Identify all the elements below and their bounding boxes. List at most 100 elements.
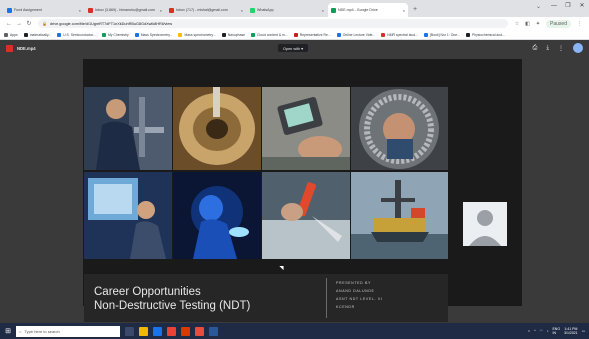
star-icon[interactable]: ☆ bbox=[515, 21, 519, 27]
file-explorer-icon[interactable] bbox=[139, 326, 148, 336]
browser-tab[interactable]: Inbox (3,869) - himanshu@gmail.com × bbox=[85, 3, 165, 17]
tabs: Fund Assignment × Inbox (3,869) - himanshu… bbox=[4, 3, 409, 17]
more-options-icon[interactable]: ⋮ bbox=[558, 45, 564, 52]
forward-icon[interactable]: → bbox=[14, 21, 24, 27]
bookmark-label: Nanophase bbox=[227, 32, 246, 37]
task-view-icon[interactable] bbox=[125, 326, 134, 336]
photo-offshore-rig bbox=[351, 172, 448, 259]
bookmark-item[interactable]: Mass spectrometry... bbox=[178, 32, 216, 37]
windows-start-icon[interactable]: ⊞ bbox=[0, 327, 16, 335]
drive-viewer: NDE.mp4 Open with ▾ ⎙ ⤓ ⋮ Career Opportu… bbox=[0, 40, 589, 323]
slide-photo-collage bbox=[84, 87, 448, 259]
reload-icon[interactable]: ↻ bbox=[24, 20, 34, 27]
bookmark-item[interactable]: Apps bbox=[4, 32, 18, 37]
menu-icon[interactable]: ⋮ bbox=[577, 21, 582, 27]
bookmark-label: NMR spectral stud... bbox=[387, 32, 418, 37]
tab-close-icon[interactable]: × bbox=[403, 8, 405, 13]
presenter-organization: KCENDR bbox=[336, 305, 355, 309]
bookmark-label: Physiochemical and... bbox=[471, 32, 505, 37]
windows-taskbar: ⊞ ○ Type here to search ⌂ ^ ◠ ♪ ENG IN 1… bbox=[0, 323, 589, 339]
download-icon[interactable]: ⤓ bbox=[546, 45, 549, 52]
bookmark-item[interactable]: [Book] Nor 1: One... bbox=[423, 32, 460, 37]
tab-strip: Fund Assignment × Inbox (3,869) - himanshu… bbox=[0, 0, 589, 17]
people-icon[interactable]: ⌂ bbox=[528, 329, 530, 333]
bookmark-item[interactable]: U.S. Semiconductor... bbox=[57, 32, 96, 37]
tab-close-icon[interactable]: × bbox=[79, 8, 81, 13]
bookmark-favicon-icon bbox=[381, 32, 386, 37]
print-icon[interactable]: ⎙ bbox=[533, 45, 538, 52]
back-icon[interactable]: ← bbox=[4, 21, 14, 27]
browser-tab[interactable]: Inbox (717) - mishal@gmail.com × bbox=[166, 3, 246, 17]
tab-label: WhatsApp bbox=[257, 8, 274, 12]
tab-search-icon[interactable]: ⌄ bbox=[536, 3, 541, 10]
tray-chevron-icon[interactable]: ^ bbox=[534, 329, 536, 333]
viewer-actions: ⎙ ⤓ ⋮ bbox=[524, 43, 583, 53]
bookmark-label: Apps bbox=[10, 32, 18, 37]
bookmark-favicon-icon bbox=[101, 32, 106, 37]
photo-radiography-screen bbox=[84, 172, 172, 259]
bookmark-label: Mass spectrometry... bbox=[184, 32, 216, 37]
search-icon: ○ bbox=[19, 328, 22, 334]
bookmark-item[interactable]: My Chemistry bbox=[101, 32, 129, 37]
clock[interactable]: 1:41 PM 3/1/2021 bbox=[564, 327, 578, 336]
bookmark-label: Online Lecture Vide... bbox=[342, 32, 376, 37]
slide-title-line-2: Non-Destructive Testing (NDT) bbox=[94, 300, 251, 312]
presenter-certification: ASNT NDT LEVEL- III bbox=[336, 297, 383, 301]
bookmark-item[interactable]: matmatically... bbox=[23, 32, 51, 37]
office-icon[interactable] bbox=[181, 326, 190, 336]
maximize-icon[interactable]: ❐ bbox=[561, 0, 575, 12]
clock-date: 3/1/2021 bbox=[564, 331, 578, 335]
bookmark-favicon-icon bbox=[465, 32, 470, 37]
photo-coil-inspector bbox=[351, 87, 448, 170]
chrome-icon[interactable] bbox=[167, 326, 176, 336]
minimize-icon[interactable]: — bbox=[547, 0, 561, 12]
wifi-icon[interactable]: ◠ bbox=[540, 329, 543, 333]
notification-icon[interactable]: ▭ bbox=[582, 329, 585, 333]
close-window-icon[interactable]: ✕ bbox=[575, 0, 589, 12]
bookmark-item[interactable]: Online Lecture Vide... bbox=[336, 32, 376, 37]
tab-close-icon[interactable]: × bbox=[322, 8, 324, 13]
profile-status-button[interactable]: Paused bbox=[546, 19, 571, 28]
photo-spray-testing bbox=[262, 172, 350, 259]
bookmark-label: U.S. Semiconductor... bbox=[63, 32, 96, 37]
presenter-label: PRESENTED BY bbox=[336, 281, 371, 285]
bookmark-label: Mass Spectrometry... bbox=[140, 32, 173, 37]
language-indicator[interactable]: ENG IN bbox=[552, 327, 560, 335]
bookmark-item[interactable]: NMR spectral stud... bbox=[381, 32, 418, 37]
taskbar-search-input[interactable]: ○ Type here to search bbox=[16, 325, 120, 337]
bookmark-item[interactable]: Nanophase bbox=[221, 32, 246, 37]
tab-close-icon[interactable]: × bbox=[241, 8, 243, 13]
browser-tab[interactable]: WhatsApp × bbox=[247, 3, 327, 17]
tab-favicon-icon bbox=[331, 7, 336, 13]
word-icon[interactable] bbox=[209, 326, 218, 336]
bookmark-favicon-icon bbox=[221, 32, 226, 37]
account-avatar[interactable] bbox=[573, 43, 583, 53]
bookmark-favicon-icon bbox=[251, 32, 256, 37]
bookmark-label: Cloud content & m... bbox=[257, 32, 288, 37]
bookmark-label: [Book] Nor 1: One... bbox=[429, 32, 460, 37]
browser-tab[interactable]: Fund Assignment × bbox=[4, 3, 84, 17]
url-input[interactable]: 🔒 drive.google.com/file/d/1UgmRT7dFT1nXk… bbox=[38, 19, 508, 28]
bookmark-item[interactable]: Cloud content & m... bbox=[251, 32, 288, 37]
browser-tab[interactable]: NDE.mp4 - Google Drive × bbox=[328, 3, 408, 17]
bookmark-item[interactable]: Physiochemical and... bbox=[465, 32, 505, 37]
open-with-button[interactable]: Open with ▾ bbox=[278, 44, 309, 52]
slide-divider bbox=[326, 278, 327, 318]
presenter-name: ANAND DALUNDE bbox=[336, 289, 375, 293]
extension-icon[interactable]: ◧ bbox=[525, 21, 530, 27]
tab-close-icon[interactable]: × bbox=[160, 8, 162, 13]
url-text: drive.google.com/file/d/1UgmRT7dFT1nXkDu… bbox=[49, 21, 173, 26]
puzzle-icon[interactable]: ✦ bbox=[536, 21, 540, 27]
bookmark-favicon-icon bbox=[423, 32, 428, 37]
screen: Fund Assignment × Inbox (3,869) - himanshu… bbox=[0, 0, 589, 339]
bookmark-favicon-icon bbox=[4, 32, 8, 37]
bookmark-item[interactable]: Representative Re... bbox=[293, 32, 331, 37]
media-icon[interactable] bbox=[195, 326, 204, 336]
tab-favicon-icon bbox=[7, 7, 12, 13]
bookmarks-bar: Apps matmatically... U.S. Semiconductor...… bbox=[0, 30, 589, 40]
volume-icon[interactable]: ♪ bbox=[547, 329, 549, 333]
new-tab-button[interactable]: + bbox=[409, 3, 421, 17]
window-controls: — ❐ ✕ bbox=[547, 0, 589, 12]
edge-icon[interactable] bbox=[153, 326, 162, 336]
bookmark-item[interactable]: Mass Spectrometry... bbox=[134, 32, 173, 37]
